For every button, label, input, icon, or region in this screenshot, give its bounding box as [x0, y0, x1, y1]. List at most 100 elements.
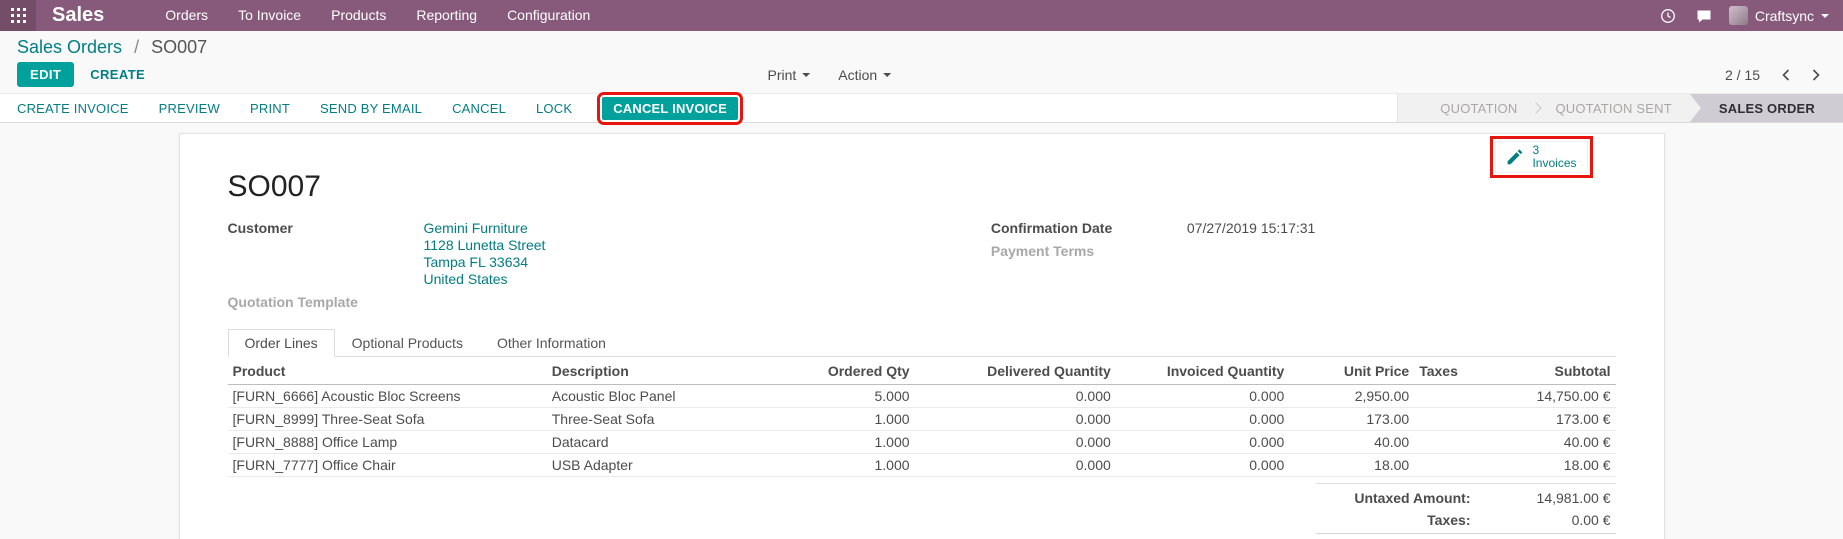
main-content: 3 Invoices SO007 Customer Gemini Furnitu…: [0, 123, 1843, 539]
cell-description: Datacard: [547, 431, 776, 454]
pager-next-button[interactable]: [1806, 68, 1826, 82]
nav-item-reporting[interactable]: Reporting: [401, 0, 492, 31]
order-line-row[interactable]: [FURN_7777] Office Chair USB Adapter 1.0…: [228, 454, 1616, 477]
pager: 2 / 15: [1725, 67, 1826, 83]
order-line-row[interactable]: [FURN_8999] Three-Seat Sofa Three-Seat S…: [228, 408, 1616, 431]
order-line-row[interactable]: [FURN_8888] Office Lamp Datacard 1.000 0…: [228, 431, 1616, 454]
customer-name-link[interactable]: Gemini Furniture: [424, 220, 546, 237]
cell-unit-price: 2,950.00: [1289, 385, 1414, 408]
col-subtotal[interactable]: Subtotal: [1491, 357, 1616, 385]
breadcrumb-sales-orders[interactable]: Sales Orders: [17, 37, 122, 57]
user-avatar: [1729, 6, 1748, 25]
nav-item-orders[interactable]: Orders: [150, 0, 223, 31]
cell-subtotal: 14,750.00 €: [1491, 385, 1616, 408]
field-grid: Customer Gemini Furniture 1128 Lunetta S…: [228, 220, 1616, 317]
cell-ordered-qty: 1.000: [776, 454, 915, 477]
tab-optional-products[interactable]: Optional Products: [335, 329, 480, 357]
cell-subtotal: 18.00 €: [1491, 454, 1616, 477]
control-panel: EDIT CREATE Print Action 2 / 15: [0, 58, 1843, 93]
taxes-value: 0.00 €: [1471, 512, 1611, 528]
action-dropdown-label: Action: [838, 67, 877, 83]
col-description[interactable]: Description: [547, 357, 776, 385]
action-dropdown[interactable]: Action: [838, 67, 891, 83]
cell-unit-price: 18.00: [1289, 454, 1414, 477]
customer-address-line2[interactable]: Tampa FL 33634: [424, 254, 546, 271]
nav-item-products[interactable]: Products: [316, 0, 401, 31]
messages-chat-icon[interactable]: [1689, 0, 1719, 31]
tab-other-information[interactable]: Other Information: [480, 329, 623, 357]
fields-left-column: Customer Gemini Furniture 1128 Lunetta S…: [228, 220, 991, 317]
preview-button[interactable]: PREVIEW: [159, 101, 220, 116]
create-invoice-button[interactable]: CREATE INVOICE: [17, 101, 129, 116]
chevron-down-icon: [883, 73, 891, 77]
control-panel-left: EDIT CREATE: [17, 62, 145, 87]
untaxed-amount-label: Untaxed Amount:: [1354, 490, 1470, 506]
user-name: Craftsync: [1755, 8, 1814, 24]
col-product[interactable]: Product: [228, 357, 547, 385]
confirmation-date-value: 07/27/2019 15:17:31: [1187, 220, 1315, 237]
nav-item-configuration[interactable]: Configuration: [492, 0, 605, 31]
col-ordered-qty[interactable]: Ordered Qty: [776, 357, 915, 385]
lock-button[interactable]: LOCK: [536, 101, 572, 116]
navbar-right: Craftsync: [1653, 0, 1833, 31]
tab-order-lines[interactable]: Order Lines: [228, 329, 335, 357]
taxes-label: Taxes:: [1427, 512, 1470, 528]
cell-product: [FURN_8999] Three-Seat Sofa: [228, 408, 547, 431]
edit-button[interactable]: EDIT: [17, 62, 74, 87]
chevron-right-icon: [1810, 68, 1822, 82]
col-taxes[interactable]: Taxes: [1414, 357, 1490, 385]
stage-quotation-sent[interactable]: QUOTATION SENT: [1537, 94, 1689, 122]
cell-subtotal: 173.00 €: [1491, 408, 1616, 431]
cell-taxes: [1414, 431, 1490, 454]
quotation-template-field: Quotation Template: [228, 294, 991, 311]
stage-quotation[interactable]: QUOTATION: [1422, 94, 1535, 122]
activities-clock-icon[interactable]: [1653, 0, 1683, 31]
cell-taxes: [1414, 385, 1490, 408]
chevron-left-icon: [1780, 68, 1792, 82]
invoices-stat-button[interactable]: 3 Invoices: [1495, 141, 1587, 173]
cell-invoiced-qty: 0.000: [1116, 385, 1290, 408]
chevron-down-icon: [1821, 14, 1829, 18]
user-menu[interactable]: Craftsync: [1725, 0, 1833, 31]
customer-address-line1[interactable]: 1128 Lunetta Street: [424, 237, 546, 254]
untaxed-amount-value: 14,981.00 €: [1471, 490, 1611, 506]
cell-taxes: [1414, 454, 1490, 477]
total-row: Total: 14,981.00 €: [1316, 533, 1616, 539]
sales-order-sheet: 3 Invoices SO007 Customer Gemini Furnitu…: [179, 133, 1665, 539]
clock-glyph: [1660, 8, 1676, 24]
cell-invoiced-qty: 0.000: [1116, 431, 1290, 454]
status-pipeline: QUOTATION QUOTATION SENT SALES ORDER: [1397, 94, 1843, 122]
print-button[interactable]: PRINT: [250, 101, 290, 116]
navbar-left: Sales Orders To Invoice Products Reporti…: [0, 0, 605, 31]
col-invoiced-quantity[interactable]: Invoiced Quantity: [1116, 357, 1290, 385]
send-by-email-button[interactable]: SEND BY EMAIL: [320, 101, 422, 116]
cancel-button[interactable]: CANCEL: [452, 101, 506, 116]
breadcrumb-current: SO007: [151, 37, 207, 57]
notebook-tabs: Order Lines Optional Products Other Info…: [228, 329, 1616, 357]
order-line-row[interactable]: [FURN_6666] Acoustic Bloc Screens Acoust…: [228, 385, 1616, 408]
stage-sales-order[interactable]: SALES ORDER: [1690, 94, 1843, 122]
cell-description: Three-Seat Sofa: [547, 408, 776, 431]
customer-field: Customer Gemini Furniture 1128 Lunetta S…: [228, 220, 991, 288]
apps-grid-icon[interactable]: [0, 0, 36, 31]
cancel-invoice-button[interactable]: CANCEL INVOICE: [602, 97, 738, 120]
create-button[interactable]: CREATE: [90, 67, 145, 82]
statusbar: CREATE INVOICE PREVIEW PRINT SEND BY EMA…: [0, 93, 1843, 123]
payment-terms-field: Payment Terms: [991, 243, 1616, 260]
main-menu: Orders To Invoice Products Reporting Con…: [150, 0, 605, 31]
cell-ordered-qty: 1.000: [776, 431, 915, 454]
print-dropdown[interactable]: Print: [767, 67, 810, 83]
pager-previous-button[interactable]: [1776, 68, 1796, 82]
nav-item-to-invoice[interactable]: To Invoice: [223, 0, 316, 31]
order-title: SO007: [228, 170, 1616, 204]
cell-subtotal: 40.00 €: [1491, 431, 1616, 454]
app-name[interactable]: Sales: [52, 0, 104, 31]
cell-invoiced-qty: 0.000: [1116, 408, 1290, 431]
cell-delivered-qty: 0.000: [915, 431, 1116, 454]
customer-label: Customer: [228, 220, 424, 288]
col-delivered-quantity[interactable]: Delivered Quantity: [915, 357, 1116, 385]
cell-product: [FURN_7777] Office Chair: [228, 454, 547, 477]
customer-address-line3[interactable]: United States: [424, 271, 546, 288]
table-header-row: Product Description Ordered Qty Delivere…: [228, 357, 1616, 385]
col-unit-price[interactable]: Unit Price: [1289, 357, 1414, 385]
